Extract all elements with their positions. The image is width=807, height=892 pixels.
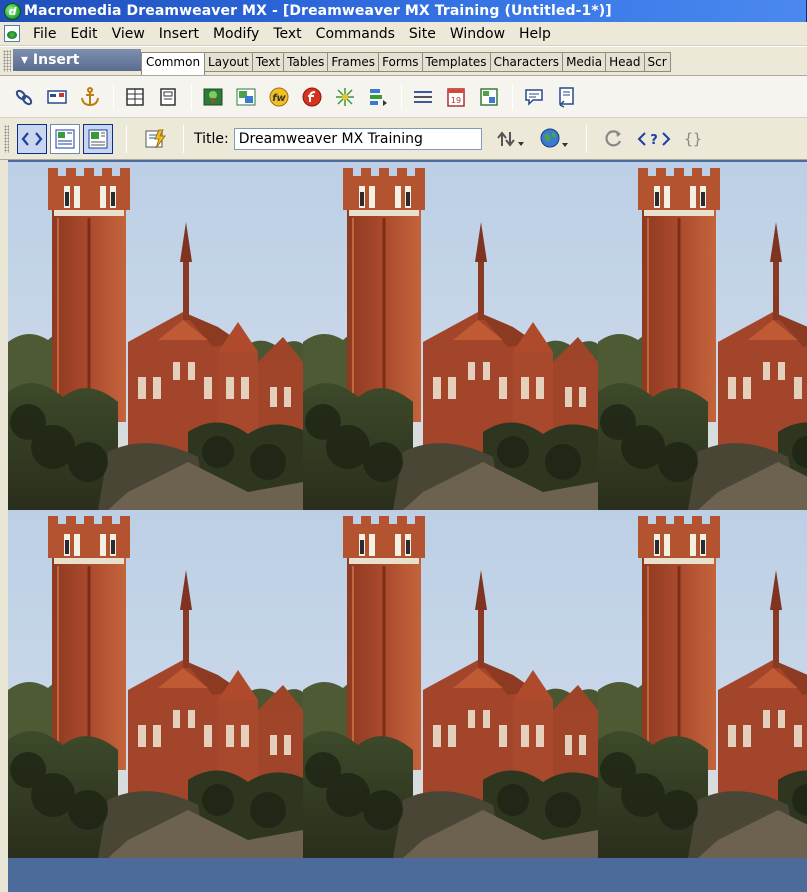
hyperlink-icon[interactable]: [12, 85, 36, 109]
tab-characters[interactable]: Characters: [490, 52, 564, 72]
svg-text:19: 19: [451, 96, 461, 105]
svg-text:fw: fw: [272, 93, 286, 104]
document-icon[interactable]: [4, 25, 20, 42]
code-navigation-icon[interactable]: ?: [637, 128, 671, 150]
design-view-document[interactable]: [0, 160, 807, 892]
design-view-button[interactable]: [83, 123, 113, 154]
preview-browser-icon[interactable]: [538, 127, 570, 151]
dreamweaver-app-icon[interactable]: d: [4, 2, 21, 20]
toolbar-separator: [183, 124, 184, 153]
menu-site[interactable]: Site: [402, 23, 443, 45]
svg-text:{}: {}: [684, 130, 702, 148]
tab-common[interactable]: Common: [141, 52, 206, 75]
email-link-icon[interactable]: [45, 85, 69, 109]
image-placeholder-icon[interactable]: [234, 85, 258, 109]
tab-forms[interactable]: Forms: [379, 52, 423, 72]
tab-script[interactable]: Scr: [644, 52, 671, 72]
background-photo-tile: [598, 510, 807, 858]
insert-bar: ▾ Insert Common Layout Text Tables Frame…: [0, 46, 807, 76]
menu-window[interactable]: Window: [443, 23, 512, 45]
document-toolbar: Title: ? {}: [0, 118, 807, 160]
tab-frames[interactable]: Frames: [328, 52, 380, 72]
menu-modify[interactable]: Modify: [206, 23, 266, 45]
braces-icon[interactable]: {}: [683, 128, 703, 150]
menu-commands[interactable]: Commands: [309, 23, 402, 45]
server-debug-icon[interactable]: [143, 127, 167, 151]
insert-tabs: Common Layout Text Tables Frames Forms T…: [141, 47, 807, 75]
window-title: Macromedia Dreamweaver MX - [Dreamweaver…: [24, 3, 612, 19]
tab-head[interactable]: Head: [606, 52, 645, 72]
split-view-button[interactable]: [50, 123, 80, 154]
toolbar-separator: [113, 83, 114, 110]
insert-bar-grip[interactable]: [3, 50, 11, 72]
fireworks-html-icon[interactable]: fw: [267, 85, 291, 109]
toolbar-separator: [512, 83, 513, 110]
menu-help[interactable]: Help: [512, 23, 558, 45]
toolbar-separator: [191, 83, 192, 110]
background-photo-tile: [303, 162, 598, 510]
horizontal-rule-icon[interactable]: [411, 85, 435, 109]
common-objects-bar: fw 19: [0, 76, 807, 118]
title-bar: d Macromedia Dreamweaver MX - [Dreamweav…: [0, 0, 807, 22]
date-icon[interactable]: 19: [444, 85, 468, 109]
table-icon[interactable]: [123, 85, 147, 109]
rollover-image-icon[interactable]: [333, 85, 357, 109]
tab-media[interactable]: Media: [563, 52, 607, 72]
title-label: Title:: [194, 130, 229, 147]
menu-bar: File Edit View Insert Modify Text Comman…: [0, 22, 807, 46]
menu-insert[interactable]: Insert: [152, 23, 206, 45]
tab-templates[interactable]: Templates: [422, 52, 491, 72]
background-photo-tile: [303, 510, 598, 858]
toolbar-separator: [126, 124, 127, 153]
tabular-data-icon[interactable]: [477, 85, 501, 109]
toolbar-separator: [401, 83, 402, 110]
tag-chooser-icon[interactable]: [555, 85, 579, 109]
toolbar-separator: [585, 124, 587, 153]
named-anchor-icon[interactable]: [78, 85, 102, 109]
layer-icon[interactable]: [156, 85, 180, 109]
menu-edit[interactable]: Edit: [63, 23, 104, 45]
navigation-bar-icon[interactable]: [366, 85, 390, 109]
refresh-icon[interactable]: [603, 128, 625, 150]
image-icon[interactable]: [201, 85, 225, 109]
background-photo-tile: [8, 510, 303, 858]
insert-panel-toggle[interactable]: ▾ Insert: [13, 49, 141, 71]
page-title-input[interactable]: [233, 127, 482, 150]
code-view-button[interactable]: [17, 123, 47, 154]
document-left-margin: [0, 160, 8, 892]
comment-icon[interactable]: [522, 85, 546, 109]
menu-text[interactable]: Text: [266, 23, 308, 45]
menu-file[interactable]: File: [26, 23, 63, 45]
flash-icon[interactable]: [300, 85, 324, 109]
background-photo-tile: [8, 162, 303, 510]
tab-layout[interactable]: Layout: [205, 52, 253, 72]
tab-text[interactable]: Text: [252, 52, 285, 72]
menu-view[interactable]: View: [105, 23, 152, 45]
svg-text:?: ?: [650, 133, 658, 148]
background-photo-tile: [598, 162, 807, 510]
tab-tables[interactable]: Tables: [284, 52, 329, 72]
file-management-icon[interactable]: [496, 128, 526, 150]
document-toolbar-grip[interactable]: [4, 124, 9, 153]
